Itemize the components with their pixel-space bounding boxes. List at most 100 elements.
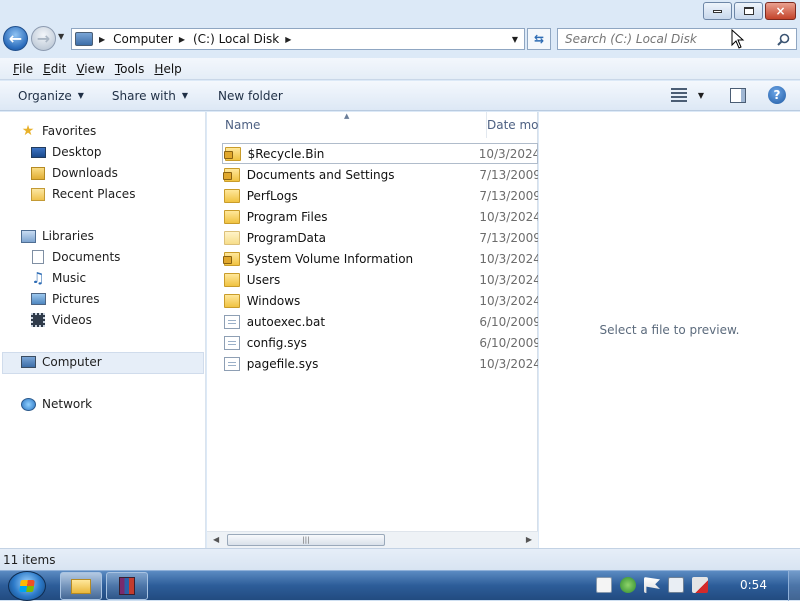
breadcrumb-computer[interactable]: ▶ Computer	[99, 32, 173, 46]
nav-documents[interactable]: Documents	[30, 250, 120, 264]
network-icon	[20, 397, 36, 411]
file-row[interactable]: autoexec.bat 6/10/2009	[222, 311, 538, 332]
view-options-icon[interactable]	[670, 88, 687, 102]
archive-icon	[119, 577, 135, 595]
search-box[interactable]	[557, 28, 797, 50]
file-row[interactable]: Windows 10/3/2024	[222, 290, 538, 311]
folder-icon	[224, 230, 240, 245]
file-row[interactable]: System Volume Information 10/3/2024	[222, 248, 538, 269]
nav-pictures[interactable]: Pictures	[30, 292, 100, 306]
show-desktop-button[interactable]	[788, 571, 800, 601]
column-header-name[interactable]: Name	[225, 112, 479, 138]
folder-icon	[224, 188, 240, 203]
nav-videos[interactable]: Videos	[30, 313, 92, 327]
nav-favorites[interactable]: ★ Favorites	[20, 123, 97, 139]
nav-network[interactable]: Network	[20, 397, 92, 411]
file-row[interactable]: Users 10/3/2024	[222, 269, 538, 290]
view-controls: ▼ ?	[670, 86, 786, 104]
help-icon[interactable]: ?	[768, 86, 786, 104]
file-row[interactable]: Program Files 10/3/2024	[222, 206, 538, 227]
horizontal-scrollbar[interactable]: ◀ ||| ▶	[207, 531, 538, 548]
nav-recent-places[interactable]: Recent Places	[30, 187, 135, 201]
menu-edit[interactable]: Edit	[43, 62, 66, 76]
chevron-down-icon: ▼	[77, 91, 84, 100]
minimize-button[interactable]	[703, 2, 732, 20]
taskbar-archiver-button[interactable]	[106, 572, 148, 600]
locked-folder-icon	[223, 251, 240, 266]
chevron-right-icon[interactable]: ▶	[285, 35, 291, 44]
file-icon	[224, 335, 240, 350]
file-row[interactable]: PerfLogs 7/13/2009	[222, 185, 538, 206]
file-row[interactable]: pagefile.sys 10/3/2024	[222, 353, 538, 374]
breadcrumb-subfolders[interactable]: ▶	[285, 35, 299, 44]
back-button[interactable]: ←	[3, 26, 28, 51]
search-icon[interactable]	[775, 31, 791, 47]
item-count: 11 items	[3, 552, 56, 567]
chevron-right-icon[interactable]: ▶	[99, 35, 105, 44]
clock[interactable]: 0:54	[740, 578, 767, 592]
taskbar: 0:54	[0, 570, 800, 601]
restore-icon	[743, 7, 754, 15]
arrow-left-icon: ←	[8, 28, 23, 48]
nav-music[interactable]: ♫ Music	[30, 269, 86, 287]
close-button[interactable]: ×	[765, 2, 796, 20]
recent-places-icon	[30, 187, 46, 201]
nav-computer[interactable]: Computer	[20, 355, 102, 369]
downloads-icon	[30, 166, 46, 180]
file-row[interactable]: ProgramData 7/13/2009	[222, 227, 538, 248]
network-status-icon[interactable]	[668, 577, 684, 593]
file-row[interactable]: config.sys 6/10/2009	[222, 332, 538, 353]
file-row[interactable]: $Recycle.Bin 10/3/2024	[222, 143, 538, 164]
pictures-icon	[30, 292, 46, 306]
forward-button[interactable]: →	[31, 26, 56, 51]
minimize-icon	[713, 9, 722, 13]
locked-folder-icon	[223, 167, 240, 182]
security-shield-icon[interactable]	[620, 577, 636, 593]
navigation-row: ← → ▼ ▶ Computer ▶ (C:) Local Disk ▶ ▼ ⇆	[0, 24, 800, 54]
menu-help[interactable]: Help	[154, 62, 181, 76]
folder-icon	[224, 209, 240, 224]
menu-file[interactable]: File	[13, 62, 33, 76]
start-button[interactable]	[8, 571, 46, 601]
locked-folder-icon	[224, 146, 241, 161]
column-header-date[interactable]: Date mod	[486, 112, 538, 138]
file-icon	[224, 356, 240, 371]
breadcrumb-local-disk[interactable]: ▶ (C:) Local Disk	[179, 32, 279, 46]
volume-muted-icon[interactable]	[692, 577, 708, 593]
close-icon: ×	[775, 4, 786, 18]
action-center-flag-icon[interactable]	[644, 577, 660, 593]
address-bar[interactable]: ▶ Computer ▶ (C:) Local Disk ▶ ▼	[71, 28, 525, 50]
nav-libraries[interactable]: Libraries	[20, 229, 94, 243]
libraries-icon	[20, 229, 36, 243]
menu-tools[interactable]: Tools	[115, 62, 145, 76]
command-bar: Organize ▼ Share with ▼ New folder ▼ ?	[0, 81, 800, 111]
chevron-down-icon[interactable]: ▼	[698, 91, 704, 100]
nav-downloads[interactable]: Downloads	[30, 166, 118, 180]
computer-icon	[75, 32, 93, 46]
taskbar-explorer-button[interactable]	[60, 572, 102, 600]
file-icon	[224, 314, 240, 329]
share-with-button[interactable]: Share with ▼	[112, 89, 188, 103]
status-bar: 11 items	[0, 548, 800, 570]
nav-desktop[interactable]: Desktop	[30, 145, 102, 159]
notes-icon[interactable]	[596, 577, 612, 593]
scroll-left-icon[interactable]: ◀	[213, 535, 219, 544]
recent-pages-button[interactable]: ▼	[58, 32, 68, 42]
file-row[interactable]: Documents and Settings 7/13/2009	[222, 164, 538, 185]
menu-view[interactable]: View	[76, 62, 104, 76]
scrollbar-thumb[interactable]: |||	[227, 534, 385, 546]
chevron-right-icon[interactable]: ▶	[179, 35, 185, 44]
folder-icon	[224, 293, 240, 308]
system-tray	[596, 577, 716, 593]
scroll-right-icon[interactable]: ▶	[526, 535, 532, 544]
new-folder-button[interactable]: New folder	[218, 89, 283, 103]
organize-button[interactable]: Organize ▼	[18, 89, 84, 103]
folder-icon	[71, 578, 91, 594]
preview-pane-icon[interactable]	[730, 87, 746, 103]
address-dropdown-icon[interactable]: ▼	[512, 35, 518, 44]
star-icon: ★	[21, 123, 35, 139]
videos-icon	[30, 313, 46, 327]
folder-icon	[224, 272, 240, 287]
maximize-button[interactable]	[734, 2, 763, 20]
refresh-button[interactable]: ⇆	[527, 28, 551, 50]
